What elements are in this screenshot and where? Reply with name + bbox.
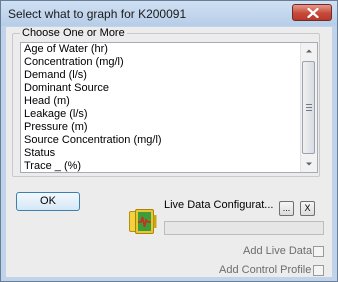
add-control-profile-label: Add Control Profile bbox=[219, 264, 312, 276]
list-item[interactable]: Concentration (mg/l) bbox=[21, 56, 317, 69]
chevron-up-icon bbox=[306, 49, 312, 53]
browse-button[interactable]: ... bbox=[279, 201, 294, 216]
dialog-body: Choose One or More Age of Water (hr) Con… bbox=[6, 27, 332, 277]
grip-line bbox=[306, 107, 312, 108]
graph-selection-dialog: Select what to graph for K200091 Choose … bbox=[0, 0, 338, 282]
close-x-icon bbox=[307, 8, 319, 18]
add-live-data-checkbox[interactable] bbox=[313, 246, 324, 257]
scroll-thumb[interactable] bbox=[302, 61, 315, 154]
grip-line bbox=[306, 104, 312, 105]
grip-line bbox=[306, 110, 312, 111]
clear-button[interactable]: X bbox=[300, 201, 315, 216]
scroll-up-button[interactable] bbox=[301, 43, 317, 59]
live-data-progress bbox=[164, 221, 324, 235]
dialog-title: Select what to graph for K200091 bbox=[8, 7, 187, 21]
choose-group: Choose One or More Age of Water (hr) Con… bbox=[12, 27, 320, 177]
ok-button[interactable]: OK bbox=[16, 192, 80, 211]
list-item[interactable]: Pressure (m) bbox=[21, 121, 317, 134]
list-item[interactable]: Demand (l/s) bbox=[21, 69, 317, 82]
close-button[interactable] bbox=[292, 4, 332, 21]
title-bar[interactable]: Select what to graph for K200091 bbox=[1, 1, 337, 26]
list-item[interactable]: Status bbox=[21, 147, 317, 160]
group-legend: Choose One or More bbox=[20, 27, 127, 39]
add-control-profile-checkbox[interactable] bbox=[313, 265, 324, 276]
live-data-monitor-icon bbox=[129, 207, 158, 236]
list-item[interactable]: Head (m) bbox=[21, 95, 317, 108]
list-item[interactable]: Source Concentration (mg/l) bbox=[21, 134, 317, 147]
live-data-config-label: Live Data Configurat... bbox=[164, 199, 274, 211]
list-item[interactable]: Age of Water (hr) bbox=[21, 43, 317, 56]
list-item[interactable]: Leakage (l/s) bbox=[21, 108, 317, 121]
add-live-data-label: Add Live Data bbox=[243, 245, 313, 257]
vertical-scrollbar[interactable] bbox=[300, 43, 317, 172]
scroll-down-button[interactable] bbox=[301, 156, 317, 172]
variable-listbox[interactable]: Age of Water (hr) Concentration (mg/l) D… bbox=[20, 42, 318, 173]
chevron-down-icon bbox=[306, 162, 312, 166]
list-item[interactable]: Dominant Source bbox=[21, 82, 317, 95]
list-item[interactable]: Trace _ (%) bbox=[21, 160, 317, 172]
